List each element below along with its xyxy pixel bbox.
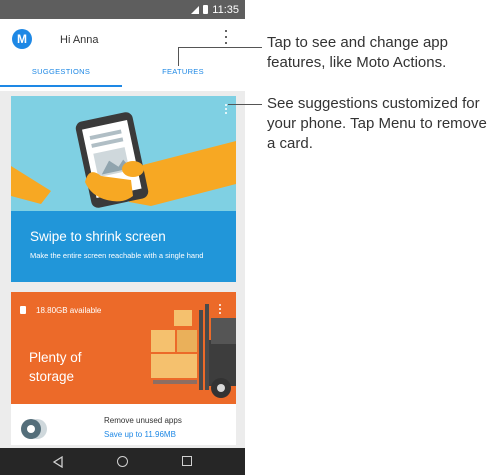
status-bar: 11:35 [0,0,245,19]
card-menu-icon[interactable] [224,104,228,114]
overflow-menu-icon[interactable] [223,30,229,44]
callout-menu-line [228,104,262,105]
storage-card-action[interactable]: Remove unused apps Save up to 11.96MB [11,404,236,445]
callout-features-line [178,47,262,48]
status-time: 11:35 [212,3,239,16]
hand-phone-illustration [11,112,236,208]
home-icon[interactable] [117,456,128,467]
tab-indicator [0,85,122,87]
callout-features-connector [178,47,179,66]
moto-logo-icon: M [12,29,32,49]
storage-card[interactable]: 18.80GB available Plenty of storage [11,292,236,404]
signal-icon [191,5,200,14]
save-up-link[interactable]: Save up to 11.96MB [104,430,176,439]
tab-features[interactable]: FEATURES [122,67,244,76]
callout-menu-text: See suggestions customized for your phon… [267,95,487,152]
sd-card-icon [20,306,26,314]
tab-suggestions[interactable]: SUGGESTIONS [0,67,122,76]
swipe-card-title: Swipe to shrink screen [30,229,166,244]
swipe-illustration [11,96,236,211]
navigation-bar [0,448,245,475]
phone-screen: 11:35 M Hi Anna SUGGESTIONS FEATURES Swi… [0,0,245,475]
storage-available: 18.80GB available [36,306,102,315]
recents-icon[interactable] [182,456,192,466]
remove-apps-label: Remove unused apps [104,416,182,425]
swipe-card-subtitle: Make the entire screen reachable with a … [30,251,204,260]
back-icon[interactable] [52,456,64,468]
swipe-card[interactable]: Swipe to shrink screen Make the entire s… [11,96,236,282]
storage-card-title: Plenty of storage [29,350,82,384]
app-header: M Hi Anna SUGGESTIONS FEATURES [0,19,245,91]
unused-apps-icon [21,419,47,439]
greeting: Hi Anna [60,34,99,46]
callout-features-text: Tap to see and change app features, like… [267,34,448,71]
battery-icon [203,5,209,14]
forklift-illustration [151,304,236,398]
